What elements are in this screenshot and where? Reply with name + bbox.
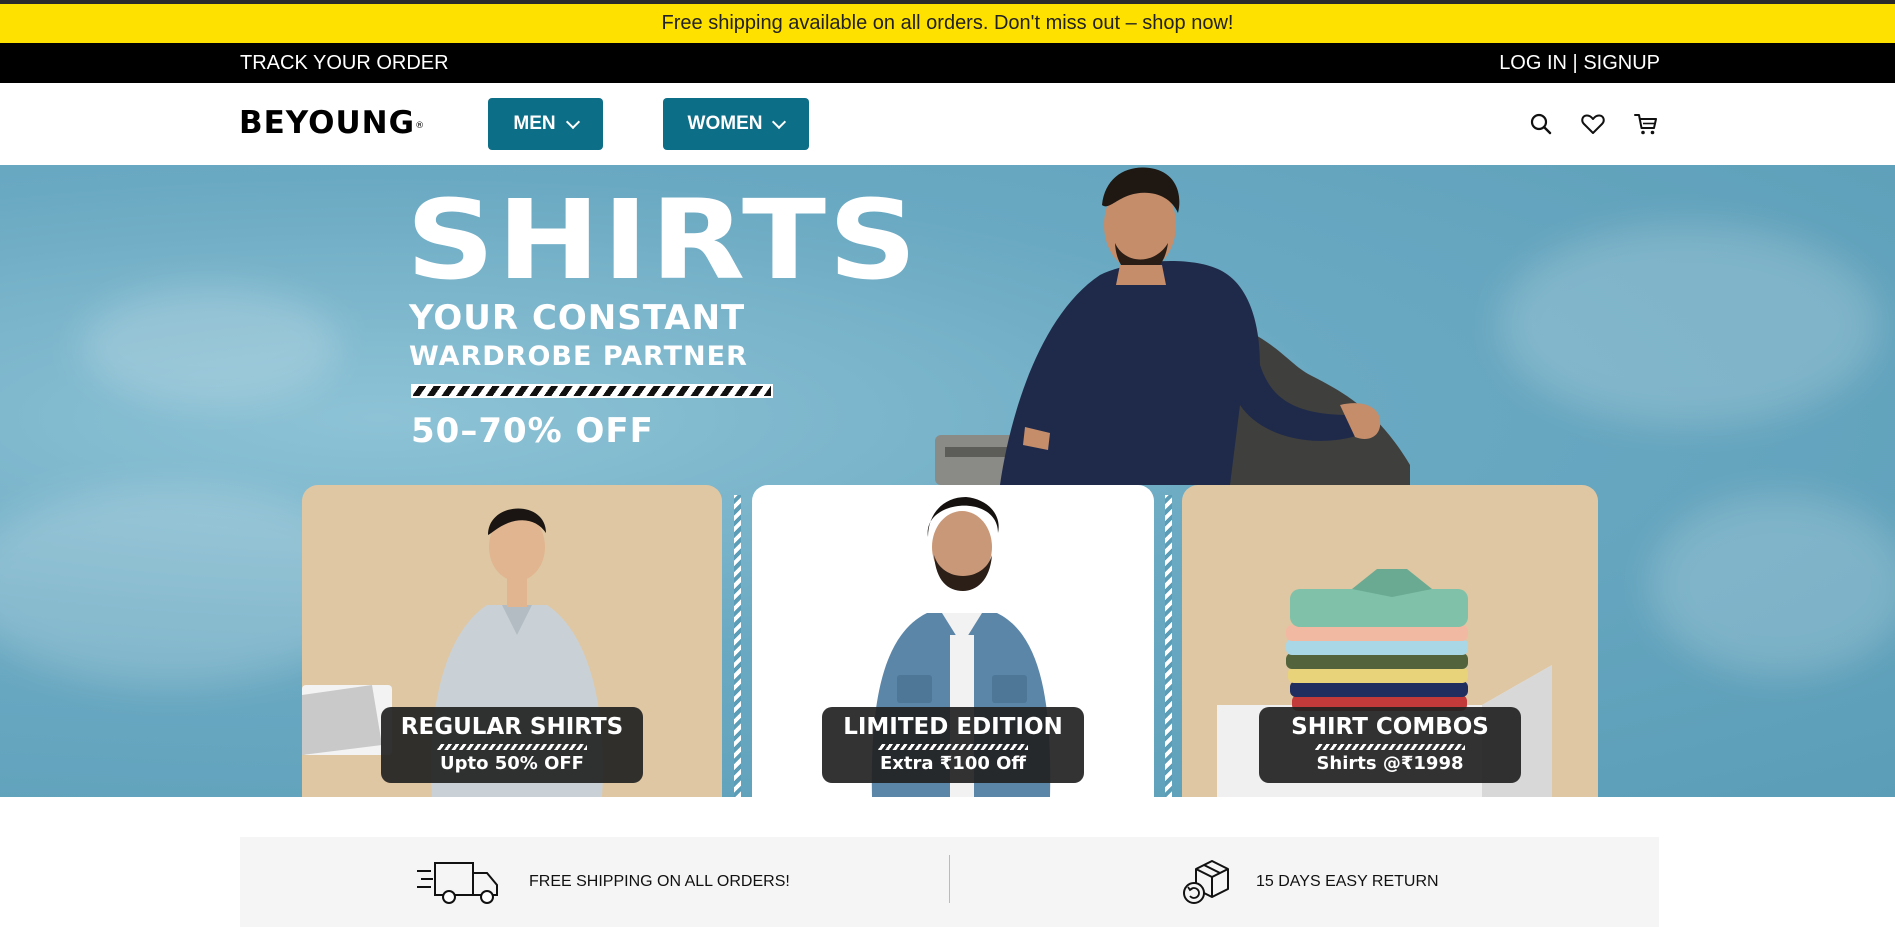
card-subtitle: Extra ₹100 Off [879,753,1027,774]
card-title: REGULAR SHIRTS [400,714,624,740]
card-subtitle: Upto 50% OFF [440,753,584,774]
login-link[interactable]: LOG IN [1499,52,1567,74]
nav-men-label: MEN [513,113,556,134]
top-utility-bar: TRACK YOUR ORDER LOG IN | SIGNUP [0,43,1895,83]
cloud-decoration [1500,225,1880,425]
main-header: BEYOUNG® MEN WOMEN [0,83,1895,165]
heart-icon[interactable] [1580,111,1606,137]
card-label: SHIRT COMBOS Shirts @₹1998 [1259,707,1521,783]
auth-separator: | [1572,52,1578,74]
feature-divider [949,855,950,903]
feature-text: 15 DAYS EASY RETURN [1256,873,1439,890]
delivery-truck-icon [417,862,498,904]
hero-stripe-divider [411,384,773,398]
category-card-shirt-combos[interactable]: SHIRT COMBOS Shirts @₹1998 [1182,485,1598,797]
card-label: LIMITED EDITION Extra ₹100 Off [822,707,1084,783]
hero-offer: 50–70% OFF [411,411,654,451]
nav-women-button[interactable]: WOMEN [663,98,809,150]
search-icon[interactable] [1528,111,1554,137]
cloud-decoration [80,285,340,405]
stripe-divider [734,495,741,797]
cloud-decoration [1650,495,1895,675]
hero-subtitle-line1: YOUR CONSTANT [409,298,746,338]
chevron-down-icon [565,114,580,129]
category-card-regular-shirts[interactable]: REGULAR SHIRTS Upto 50% OFF [302,485,722,797]
feature-easy-return: 15 DAYS EASY RETURN [1182,837,1439,927]
hero-subtitle-line2: WARDROBE PARTNER [409,341,748,372]
stripe-divider [878,744,1028,750]
card-title: SHIRT COMBOS [1291,714,1489,740]
hero-title: SHIRTS [406,176,920,304]
chevron-down-icon [772,114,787,129]
nav-women-label: WOMEN [687,113,763,134]
promo-text: Free shipping available on all orders. D… [661,12,1234,34]
auth-links: LOG IN | SIGNUP [1499,52,1660,75]
hero-model-image [935,167,1410,485]
promo-banner: Free shipping available on all orders. D… [0,0,1895,43]
card-subtitle: Shirts @₹1998 [1316,753,1464,774]
stripe-divider [437,744,587,750]
nav-men-button[interactable]: MEN [488,98,603,150]
signup-link[interactable]: SIGNUP [1583,52,1660,74]
track-order-link[interactable]: TRACK YOUR ORDER [240,52,449,75]
stripe-divider [1315,744,1465,750]
feature-free-shipping: FREE SHIPPING ON ALL ORDERS! [417,837,790,927]
brand-logo[interactable]: BEYOUNG® [239,105,425,141]
cart-icon[interactable] [1633,111,1659,137]
stripe-divider [1165,495,1172,797]
card-label: REGULAR SHIRTS Upto 50% OFF [381,707,643,783]
return-box-icon [1183,860,1229,904]
card-title: LIMITED EDITION [843,714,1063,740]
features-strip: FREE SHIPPING ON ALL ORDERS! 15 DAYS EAS… [240,837,1659,927]
feature-text: FREE SHIPPING ON ALL ORDERS! [529,873,790,890]
category-card-limited-edition[interactable]: LIMITED EDITION Extra ₹100 Off [752,485,1154,797]
hero-banner[interactable]: SHIRTS YOUR CONSTANT WARDROBE PARTNER 50… [0,165,1895,797]
